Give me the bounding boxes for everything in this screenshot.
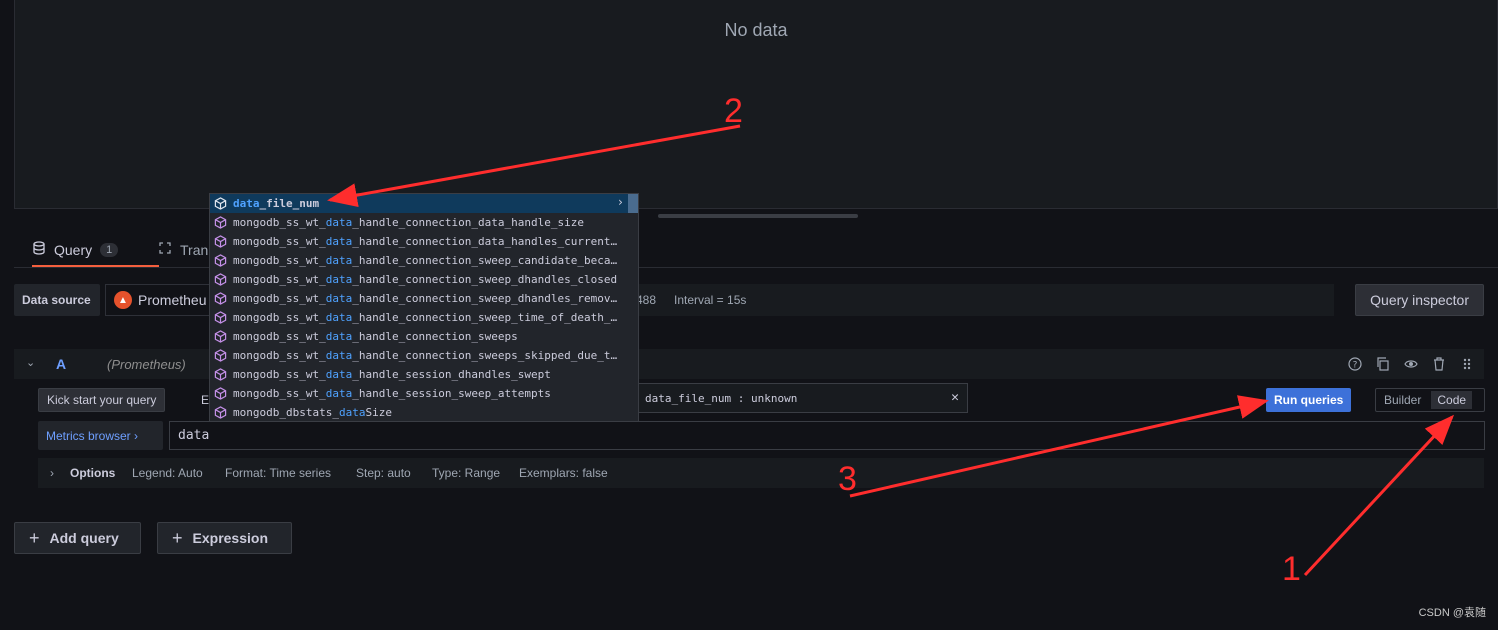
annotation-arrow-1 — [1303, 414, 1455, 577]
annotation-arrow-3 — [849, 395, 1269, 498]
annotation-number-2: 2 — [724, 92, 743, 130]
annotation-arrow-2 — [327, 124, 741, 208]
annotation-arrows — [327, 124, 1455, 577]
annotation-number-1: 1 — [1282, 550, 1301, 588]
annotation-number-3: 3 — [838, 460, 857, 498]
